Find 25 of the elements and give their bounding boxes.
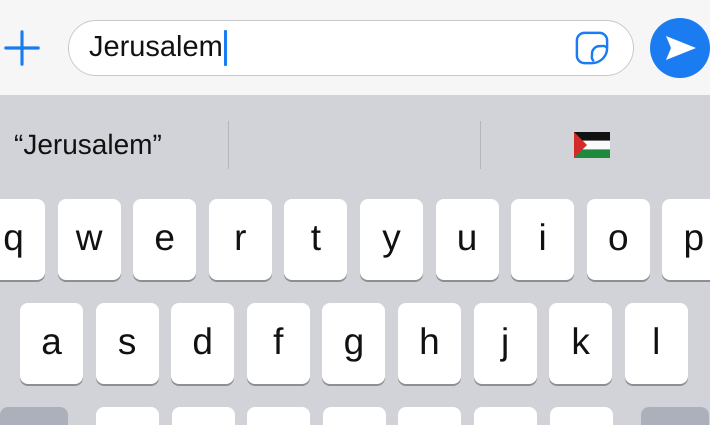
letter-key[interactable]: p xyxy=(662,199,710,280)
plus-icon[interactable] xyxy=(4,30,40,66)
message-field[interactable]: Jerusalem xyxy=(68,20,634,76)
letter-key[interactable]: r xyxy=(208,199,272,280)
flag-icon[interactable] xyxy=(574,132,610,158)
letter-key[interactable]: w xyxy=(58,199,121,280)
send-button[interactable] xyxy=(650,18,710,78)
letter-key[interactable]: j xyxy=(474,303,537,384)
letter-key[interactable]: y xyxy=(360,199,423,280)
letter-key[interactable]: t xyxy=(284,199,348,280)
letter-key[interactable]: k xyxy=(549,303,612,384)
letter-key[interactable]: d xyxy=(171,303,234,384)
letter-key[interactable]: a xyxy=(20,303,83,384)
letter-key[interactable]: l xyxy=(624,303,688,384)
sticker-icon[interactable] xyxy=(575,30,609,64)
letter-key[interactable]: u xyxy=(436,199,499,280)
letter-key[interactable]: e xyxy=(133,199,196,280)
letter-key[interactable]: s xyxy=(96,303,159,384)
letter-key[interactable]: h xyxy=(398,303,461,384)
suggestion[interactable]: “Jerusalem” xyxy=(14,129,162,161)
letter-key[interactable]: g xyxy=(322,303,386,384)
letter-key[interactable]: o xyxy=(586,199,650,280)
letter-key[interactable]: f xyxy=(246,303,310,384)
letter-key[interactable]: i xyxy=(511,199,574,280)
letter-key[interactable]: q xyxy=(0,199,45,280)
